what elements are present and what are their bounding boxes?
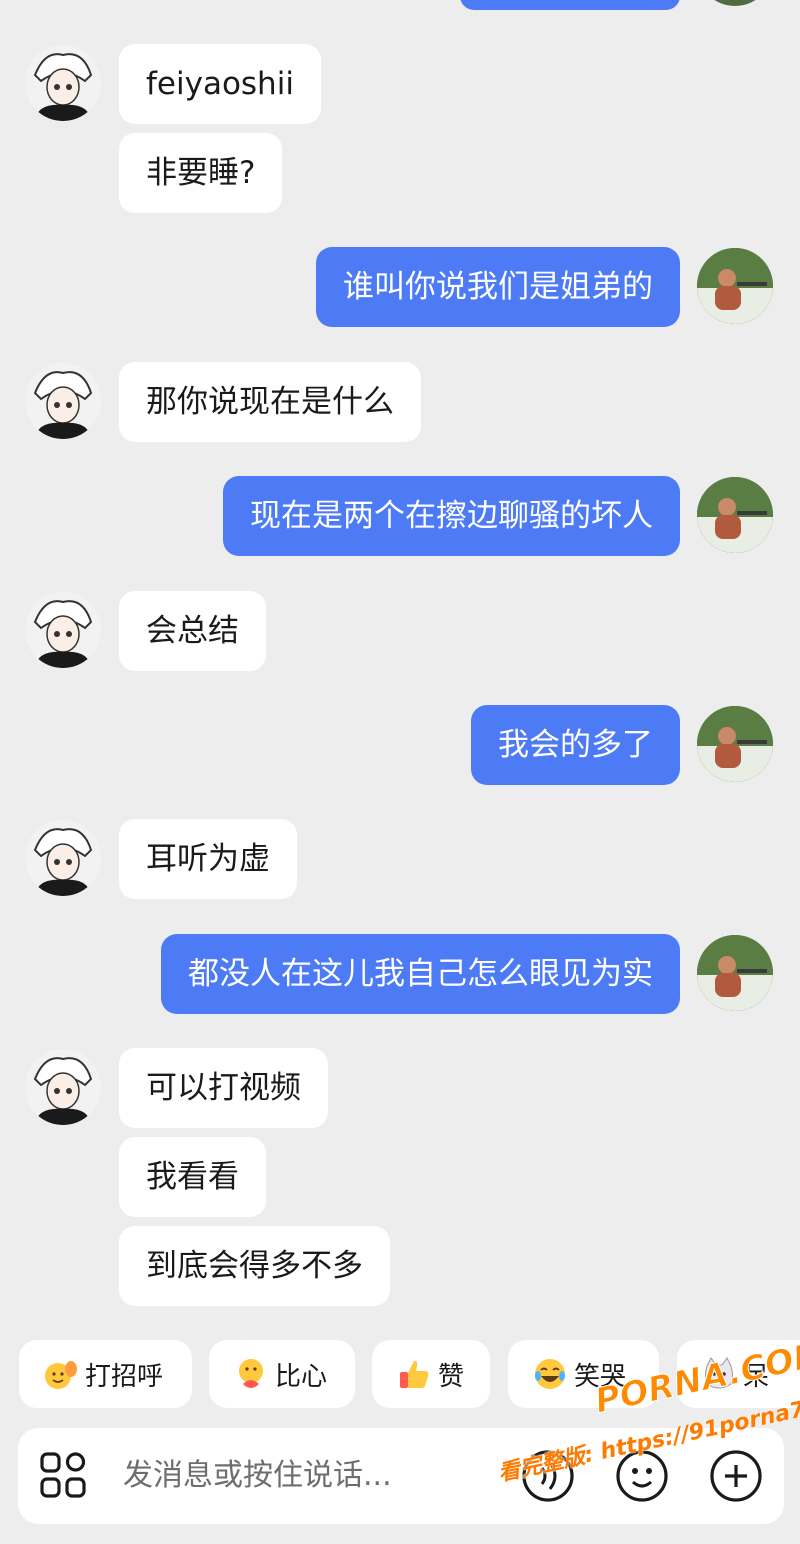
contact-avatar[interactable]	[25, 45, 101, 121]
quick-reply-dazed[interactable]: 呆	[677, 1340, 800, 1408]
previous-message-bubble-partial	[460, 0, 680, 10]
quick-reply-label: 打招呼	[85, 1361, 164, 1392]
quick-reply-label: 比心	[275, 1361, 328, 1392]
quick-reply-laugh[interactable]: 笑哭	[508, 1340, 659, 1408]
my-avatar[interactable]	[697, 935, 773, 1011]
quick-reply-label: 呆	[743, 1361, 770, 1392]
message-bubble-incoming[interactable]: 会总结	[119, 591, 266, 671]
voice-icon[interactable]	[520, 1448, 576, 1504]
message-bubble-incoming[interactable]: 耳听为虚	[119, 819, 297, 899]
my-avatar[interactable]	[697, 706, 773, 782]
message-bubble-outgoing[interactable]: 谁叫你说我们是姐弟的	[316, 247, 680, 327]
message-bubble-incoming[interactable]: 我看看	[119, 1137, 266, 1217]
contact-avatar[interactable]	[25, 363, 101, 439]
heart-hands-emoji-icon	[239, 1359, 263, 1388]
message-input-bar: 发消息或按住说话...	[18, 1428, 784, 1524]
contact-avatar[interactable]	[25, 592, 101, 668]
thumbs-up-emoji-icon	[400, 1360, 429, 1388]
emoji-face-icon[interactable]	[614, 1448, 670, 1504]
quick-reply-bar: 打招呼 比心 赞 笑哭 呆	[0, 1340, 800, 1408]
laugh-cry-emoji-icon	[535, 1359, 565, 1389]
quick-reply-like[interactable]: 赞	[372, 1340, 490, 1408]
my-avatar-partial	[697, 0, 773, 6]
quick-reply-wave[interactable]: 打招呼	[19, 1340, 192, 1408]
quick-reply-heart[interactable]: 比心	[209, 1340, 355, 1408]
quick-reply-label: 赞	[438, 1361, 465, 1392]
plus-circle-icon[interactable]	[708, 1448, 764, 1504]
contact-avatar[interactable]	[25, 820, 101, 896]
wave-emoji-icon	[45, 1361, 77, 1389]
apps-grid-icon[interactable]	[36, 1448, 92, 1504]
message-bubble-incoming[interactable]: 可以打视频	[119, 1048, 328, 1128]
message-bubble-incoming[interactable]: feiyaoshii	[119, 44, 321, 124]
my-avatar[interactable]	[697, 477, 773, 553]
contact-avatar[interactable]	[25, 1049, 101, 1125]
message-bubble-outgoing[interactable]: 现在是两个在擦边聊骚的坏人	[223, 476, 680, 556]
quick-reply-label: 笑哭	[574, 1361, 627, 1392]
message-bubble-incoming[interactable]: 非要睡?	[119, 133, 283, 213]
message-bubble-outgoing[interactable]: 都没人在这儿我自己怎么眼见为实	[161, 934, 680, 1014]
cat-emoji-icon	[705, 1357, 733, 1389]
my-avatar[interactable]	[697, 248, 773, 324]
message-bubble-incoming[interactable]: 到底会得多不多	[119, 1226, 390, 1306]
message-bubble-incoming[interactable]: 那你说现在是什么	[119, 362, 421, 442]
chat-message-list[interactable]: feiyaoshii 非要睡? 谁叫你说我们是姐弟的 那你说现在是什么 现在是两…	[0, 0, 800, 1330]
message-bubble-outgoing[interactable]: 我会的多了	[471, 705, 680, 785]
message-input[interactable]: 发消息或按住说话...	[123, 1428, 392, 1524]
